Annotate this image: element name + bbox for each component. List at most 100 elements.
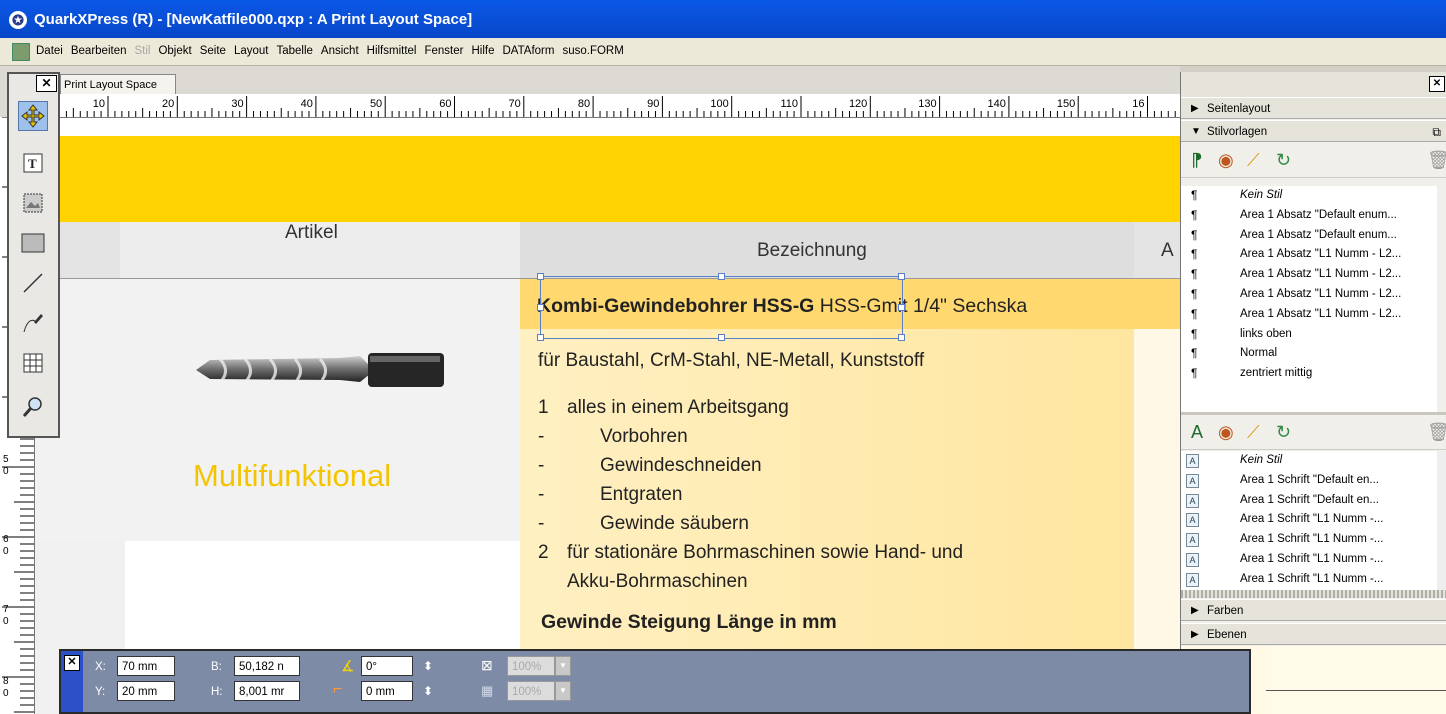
page-canvas[interactable]: Artikel Bezeichnung A Multifunktional Ko…: [35, 118, 1181, 714]
section-stilvorlagen-label: Stilvorlagen: [1207, 126, 1268, 138]
corner-stepper-icon[interactable]: ⬍: [423, 684, 433, 698]
x-position-field[interactable]: 70 mm: [117, 656, 175, 676]
rectangle-box-tool-icon[interactable]: [18, 228, 48, 258]
char-list-scrollbar[interactable]: [1437, 451, 1446, 590]
document-menu-icon[interactable]: [12, 43, 30, 61]
paragraph-style-item[interactable]: ¶ Kein Stil: [1181, 186, 1437, 206]
ruler-label: 6: [3, 534, 9, 545]
angle-field[interactable]: 0°: [361, 656, 413, 676]
resize-handle[interactable]: [717, 273, 725, 280]
character-style-label: Area 1 Schrift "L1 Numm -...: [1240, 533, 1384, 546]
edit-style-icon[interactable]: ⟋: [1247, 150, 1260, 171]
character-style-item[interactable]: A Area 1 Schrift "L1 Numm -...: [1181, 510, 1437, 530]
close-icon[interactable]: ✕: [36, 75, 57, 92]
paragraph-style-item[interactable]: ¶ Area 1 Absatz "L1 Numm - L2...: [1181, 305, 1437, 325]
column-header-artikel: Artikel: [285, 222, 338, 243]
paragraph-style-item[interactable]: ¶ Area 1 Absatz "L1 Numm - L2...: [1181, 265, 1437, 285]
menu-tabelle[interactable]: Tabelle: [276, 45, 312, 57]
close-icon[interactable]: ✕: [64, 655, 80, 671]
menu-hilfsmittel[interactable]: Hilfsmittel: [367, 45, 417, 57]
table-tool-icon[interactable]: [18, 348, 48, 378]
paragraph-style-item[interactable]: ¶ Area 1 Absatz "Default enum...: [1181, 226, 1437, 246]
delete-char-style-icon[interactable]: 🗑: [1427, 422, 1446, 443]
ruler-label: 140: [988, 98, 1006, 110]
chevron-down-icon[interactable]: ▼: [555, 681, 571, 701]
corner-radius-icon[interactable]: ⌐: [333, 681, 342, 699]
feature-text: Entgraten: [600, 484, 683, 505]
character-style-item[interactable]: A Area 1 Schrift "Default en...: [1181, 471, 1437, 491]
duplicate-char-style-icon[interactable]: ◉: [1218, 422, 1234, 443]
feature-marker: -: [538, 513, 545, 534]
menu-suso-form[interactable]: suso.FORM: [562, 45, 623, 57]
character-style-icon: A: [1186, 473, 1199, 488]
menu-dataform[interactable]: DATAform: [503, 45, 555, 57]
section-farben[interactable]: ▶ Farben: [1181, 599, 1446, 621]
text-tool-icon[interactable]: T: [18, 148, 48, 178]
menu-objekt[interactable]: Objekt: [158, 45, 191, 57]
layout-tab[interactable]: Print Layout Space: [60, 74, 176, 94]
paragraph-style-item[interactable]: ¶ links oben: [1181, 325, 1437, 345]
line-tool-icon[interactable]: [18, 268, 48, 298]
new-char-style-icon[interactable]: A: [1191, 422, 1203, 443]
selected-text-box[interactable]: [540, 276, 903, 339]
resize-handle[interactable]: [537, 334, 544, 341]
update-style-icon[interactable]: ↻: [1276, 150, 1291, 171]
menu-layout[interactable]: Layout: [234, 45, 269, 57]
resize-handle[interactable]: [898, 303, 905, 311]
shade-field-1[interactable]: 100%: [507, 656, 555, 676]
resize-handle[interactable]: [717, 334, 725, 341]
character-style-label: Area 1 Schrift "Default en...: [1240, 473, 1379, 486]
palette-menu-icon[interactable]: ⧉: [1432, 121, 1441, 143]
paragraph-style-item[interactable]: ¶ Area 1 Absatz "L1 Numm - L2...: [1181, 245, 1437, 265]
character-style-item[interactable]: A Kein Stil: [1181, 451, 1437, 471]
resize-handle[interactable]: [537, 273, 544, 280]
menu-fenster[interactable]: Fenster: [424, 45, 463, 57]
character-style-item[interactable]: A Area 1 Schrift "L1 Numm -...: [1181, 550, 1437, 570]
duplicate-style-icon[interactable]: ◉: [1218, 150, 1234, 171]
menu-hilfe[interactable]: Hilfe: [471, 45, 494, 57]
section-ebenen[interactable]: ▶ Ebenen: [1181, 623, 1446, 645]
new-style-icon[interactable]: ⁋: [1191, 150, 1202, 171]
update-char-style-icon[interactable]: ↻: [1276, 422, 1291, 443]
edit-char-style-icon[interactable]: ⟋: [1247, 422, 1260, 443]
delete-style-icon[interactable]: 🗑: [1427, 150, 1446, 171]
paragraph-style-item[interactable]: ¶ Area 1 Absatz "Default enum...: [1181, 206, 1437, 226]
section-seitenlayout[interactable]: ▶ Seitenlayout: [1181, 97, 1446, 119]
paragraph-style-item[interactable]: ¶ Normal: [1181, 344, 1437, 364]
ruler-label: 80: [578, 98, 590, 110]
frame-icon[interactable]: ⊠: [481, 657, 493, 674]
shade-field-2[interactable]: 100%: [507, 681, 555, 701]
height-field[interactable]: 8,001 mr: [234, 681, 300, 701]
zoom-tool-icon[interactable]: [18, 392, 48, 422]
character-style-item[interactable]: A Area 1 Schrift "Default en...: [1181, 491, 1437, 511]
menu-stil[interactable]: Stil: [134, 45, 150, 57]
horizontal-ruler[interactable]: 10 20 30 40 50 60 70 80 90 100 110 120 130 140 150 16: [60, 94, 1180, 118]
menu-seite[interactable]: Seite: [200, 45, 226, 57]
paragraph-style-item[interactable]: ¶ Area 1 Absatz "L1 Numm - L2...: [1181, 285, 1437, 305]
background-color-icon[interactable]: ▦: [481, 683, 493, 699]
menu-bearbeiten[interactable]: Bearbeiten: [71, 45, 127, 57]
corner-radius-field[interactable]: 0 mm: [361, 681, 413, 701]
paragraph-style-label: Normal: [1240, 347, 1278, 360]
palette-close-icon[interactable]: ✕: [1429, 76, 1445, 92]
section-stilvorlagen[interactable]: ▼ Stilvorlagen ⧉: [1181, 120, 1446, 142]
resize-handle[interactable]: [898, 273, 905, 280]
resize-handle[interactable]: [898, 334, 905, 341]
menu-datei[interactable]: Datei: [36, 45, 63, 57]
character-style-item[interactable]: A Area 1 Schrift "L1 Numm -...: [1181, 530, 1437, 550]
y-position-field[interactable]: 20 mm: [117, 681, 175, 701]
pilcrow-icon: ¶: [1191, 188, 1198, 202]
picture-box-tool-icon[interactable]: [18, 188, 48, 218]
resize-handle[interactable]: [537, 303, 544, 311]
menu-ansicht[interactable]: Ansicht: [321, 45, 359, 57]
ruler-label: 8: [3, 676, 9, 687]
width-field[interactable]: 50,182 n: [234, 656, 300, 676]
bezier-pen-tool-icon[interactable]: [18, 308, 48, 338]
item-tool-icon[interactable]: [18, 101, 48, 131]
angle-stepper-icon[interactable]: ⬍: [423, 659, 433, 673]
character-style-item[interactable]: A Area 1 Schrift "L1 Numm -...: [1181, 570, 1437, 590]
feature-marker: -: [538, 455, 545, 476]
paragraph-style-item[interactable]: ¶ zentriert mittig: [1181, 364, 1437, 384]
menu-items: Datei Bearbeiten Stil Objekt Seite Layou…: [36, 45, 632, 57]
chevron-down-icon[interactable]: ▼: [555, 656, 571, 676]
